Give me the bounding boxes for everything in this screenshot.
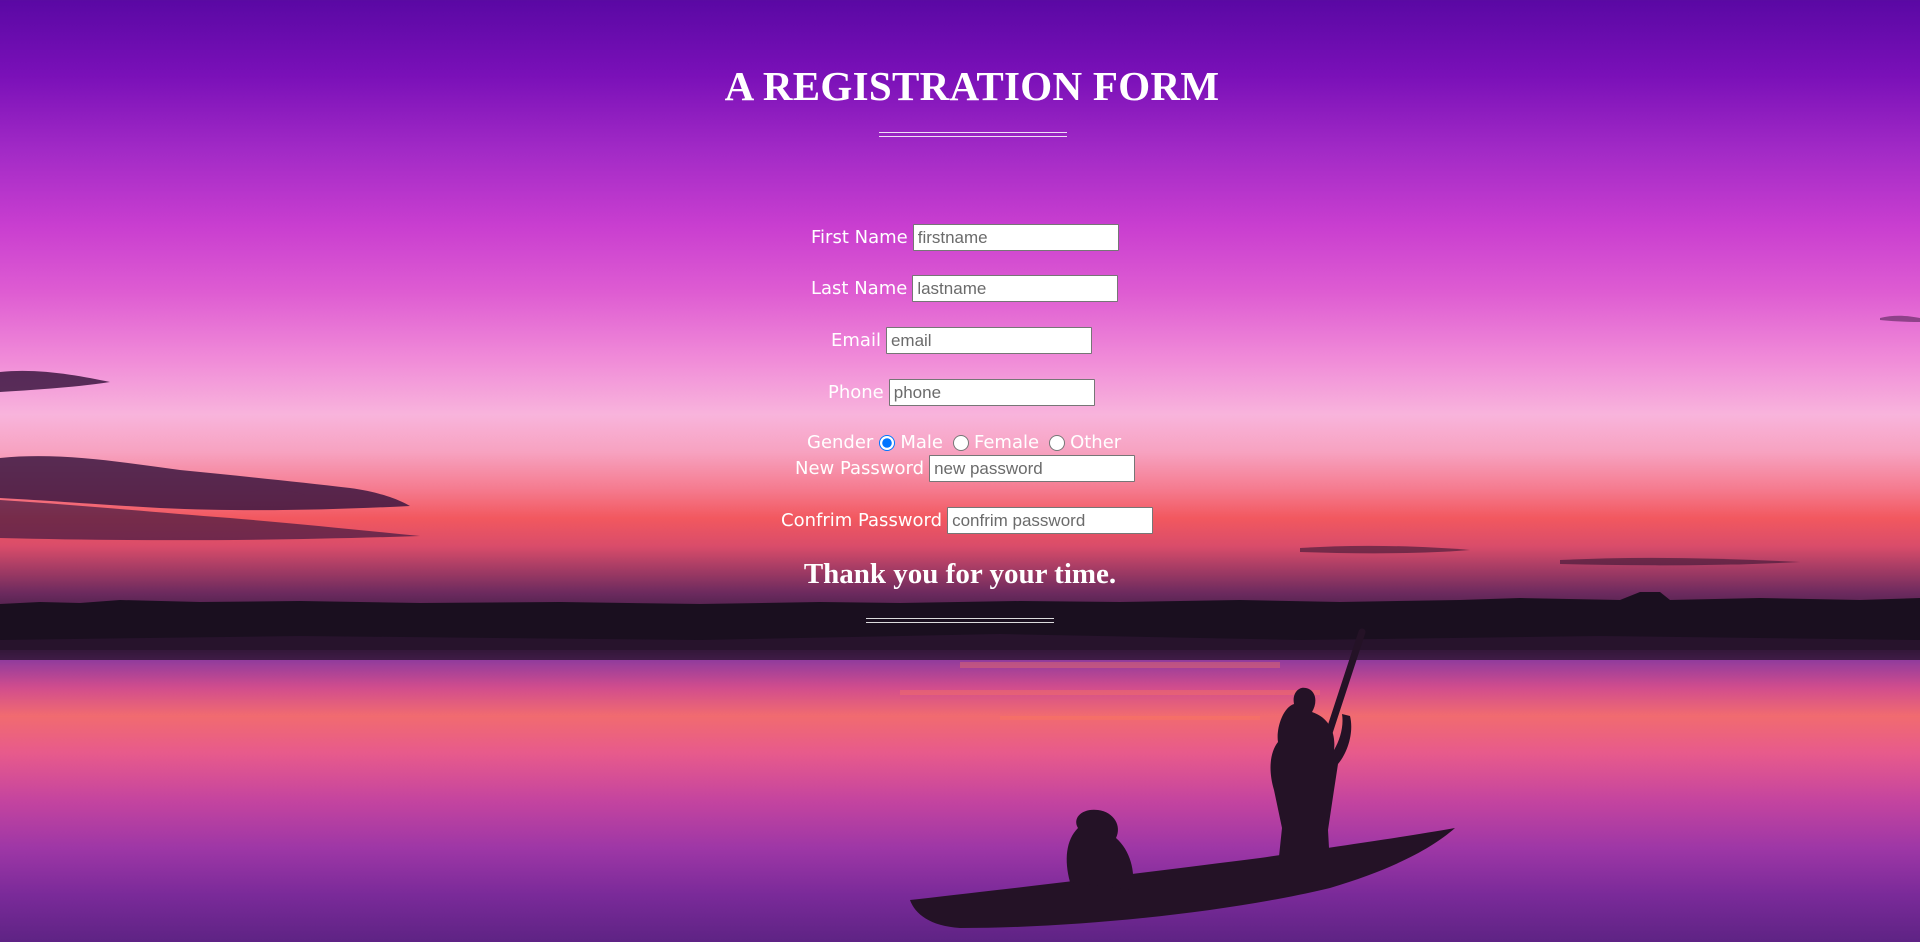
email-label: Email	[831, 330, 881, 351]
email-row: Email	[831, 327, 1092, 354]
new-password-row: New Password	[795, 455, 1136, 482]
first-name-input[interactable]	[912, 224, 1119, 251]
gender-male-radio[interactable]	[879, 434, 896, 451]
confirm-password-row: Confrim Password	[781, 507, 1154, 534]
phone-row: Phone	[828, 379, 1095, 406]
confirm-password-label: Confrim Password	[781, 510, 943, 531]
gender-option-female: Female	[947, 432, 1043, 453]
last-name-input[interactable]	[912, 275, 1119, 302]
email-input[interactable]	[885, 327, 1092, 354]
gender-female-label: Female	[973, 432, 1040, 453]
title-divider	[879, 132, 1067, 137]
gender-row: Gender Male Female Other	[807, 432, 1125, 453]
gender-other-label: Other	[1070, 432, 1122, 453]
registration-form-container: A REGISTRATION FORM First Name Last Name…	[0, 0, 1920, 942]
footer-divider	[866, 618, 1054, 623]
phone-label: Phone	[828, 382, 884, 403]
last-name-label: Last Name	[811, 278, 908, 299]
phone-input[interactable]	[888, 379, 1095, 406]
gender-male-label: Male	[900, 432, 943, 453]
gender-option-other: Other	[1043, 432, 1125, 453]
first-name-label: First Name	[811, 227, 908, 248]
gender-label: Gender	[807, 432, 874, 453]
form-title: A REGISTRATION FORM	[724, 63, 1220, 109]
thank-you-message: Thank you for your time.	[803, 558, 1117, 590]
gender-female-radio[interactable]	[952, 434, 969, 451]
last-name-row: Last Name	[811, 275, 1119, 302]
first-name-row: First Name	[811, 224, 1119, 251]
new-password-input[interactable]	[929, 455, 1136, 482]
confirm-password-input[interactable]	[947, 507, 1154, 534]
new-password-label: New Password	[795, 458, 925, 479]
gender-option-male: Male	[873, 432, 947, 453]
gender-other-radio[interactable]	[1049, 434, 1066, 451]
